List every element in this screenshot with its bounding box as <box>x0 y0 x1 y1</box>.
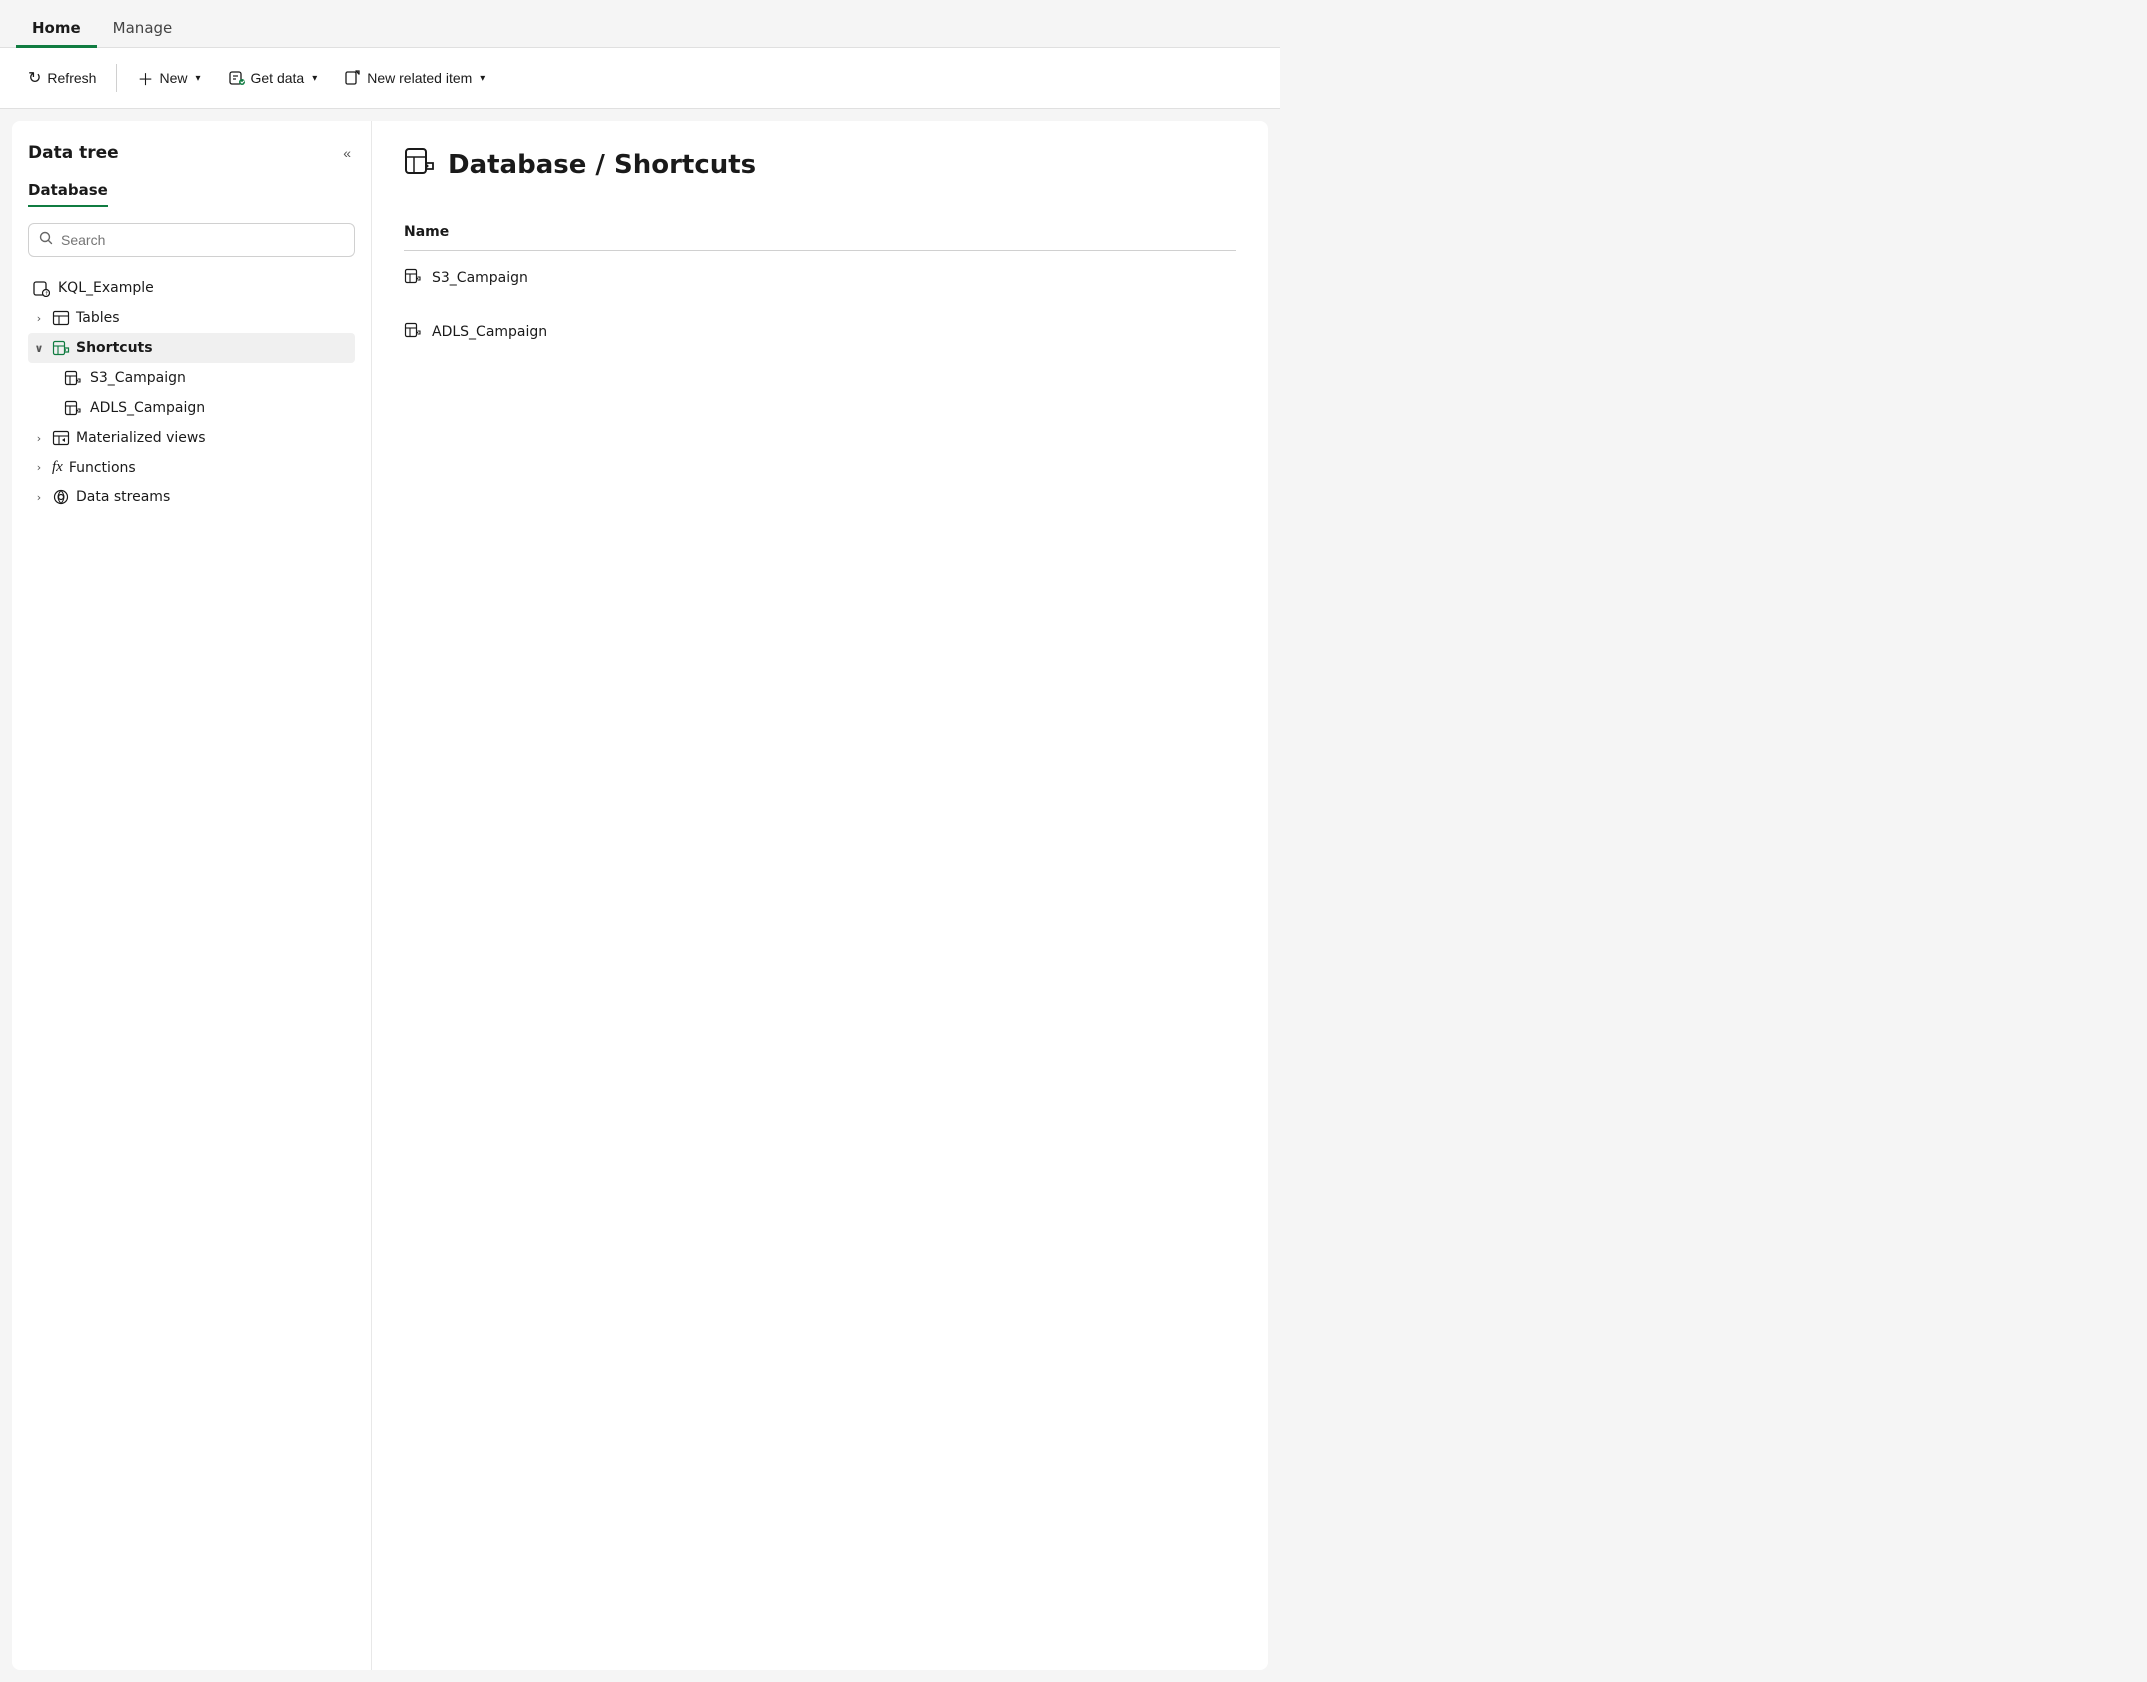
new-related-item-chevron-icon: ▾ <box>480 73 485 84</box>
functions-chevron-icon: › <box>32 461 46 474</box>
get-data-button[interactable]: Get data ▾ <box>217 62 330 94</box>
table-row: ADLS_Campaign <box>404 305 1236 359</box>
adls-label: ADLS_Campaign <box>90 400 205 416</box>
row-item-s3: S3_Campaign <box>404 267 1236 289</box>
tree-item-adls-campaign[interactable]: ADLS_Campaign <box>28 393 355 423</box>
tab-manage[interactable]: Manage <box>97 11 189 48</box>
table-cell-adls[interactable]: ADLS_Campaign <box>404 305 1236 359</box>
main-content: Data tree « Database ↑ KQL <box>0 109 1280 1682</box>
top-tabs: Home Manage <box>0 0 1280 48</box>
tables-label: Tables <box>76 310 120 326</box>
materialized-icon <box>52 429 70 447</box>
kql-label: KQL_Example <box>58 280 154 296</box>
tables-icon <box>52 309 70 327</box>
shortcuts-icon <box>52 339 70 357</box>
collapse-button[interactable]: « <box>339 141 355 165</box>
refresh-label: Refresh <box>47 70 96 86</box>
new-related-item-icon <box>345 70 361 86</box>
new-related-item-button[interactable]: New related item ▾ <box>333 62 497 94</box>
row-item-adls: ADLS_Campaign <box>404 321 1236 343</box>
toolbar: ↻ Refresh ＋ New ▾ Get data ▾ <box>0 48 1280 109</box>
database-tab[interactable]: Database <box>28 181 108 207</box>
breadcrumb-icon <box>404 145 436 184</box>
column-name-header: Name <box>404 216 1236 251</box>
search-input[interactable] <box>61 232 344 248</box>
refresh-icon: ↻ <box>28 68 41 88</box>
shortcuts-label: Shortcuts <box>76 340 153 356</box>
tables-chevron-icon: › <box>32 312 46 325</box>
breadcrumb-header: Database / Shortcuts <box>404 145 1236 184</box>
right-panel: Database / Shortcuts Name <box>372 121 1268 1670</box>
new-label: New <box>159 70 187 86</box>
content-table: Name <box>404 216 1236 359</box>
tree-item-s3-campaign[interactable]: S3_Campaign <box>28 363 355 393</box>
breadcrumb-text: Database / Shortcuts <box>448 150 756 180</box>
row-adls-label: ADLS_Campaign <box>432 324 547 340</box>
shortcuts-chevron-icon: ∨ <box>32 342 46 355</box>
panel-title: Data tree <box>28 143 119 163</box>
datastreams-chevron-icon: › <box>32 491 46 504</box>
tree-root-item-kql[interactable]: ↑ KQL_Example <box>28 273 355 303</box>
search-box <box>28 223 355 257</box>
table-cell-s3[interactable]: S3_Campaign <box>404 251 1236 306</box>
tree-item-materialized[interactable]: › Materialized views <box>28 423 355 453</box>
toolbar-divider-1 <box>116 64 117 92</box>
tree-item-datastreams[interactable]: › Data streams <box>28 482 355 512</box>
kql-icon: ↑ <box>32 279 50 297</box>
row-s3-icon <box>404 267 422 289</box>
datastreams-label: Data streams <box>76 489 170 505</box>
refresh-button[interactable]: ↻ Refresh <box>16 60 108 96</box>
get-data-label: Get data <box>251 70 305 86</box>
get-data-chevron-icon: ▾ <box>312 73 317 84</box>
materialized-chevron-icon: › <box>32 432 46 445</box>
svg-text:↑: ↑ <box>45 291 49 297</box>
row-s3-label: S3_Campaign <box>432 270 528 286</box>
s3-label: S3_Campaign <box>90 370 186 386</box>
new-icon: ＋ <box>137 66 153 90</box>
datastreams-icon <box>52 488 70 506</box>
s3-icon <box>64 369 82 387</box>
new-related-item-label: New related item <box>367 70 472 86</box>
new-chevron-icon: ▾ <box>195 73 200 84</box>
functions-icon: fx <box>52 459 63 476</box>
row-adls-icon <box>404 321 422 343</box>
tree-item-shortcuts[interactable]: ∨ Shortcuts <box>28 333 355 363</box>
new-button[interactable]: ＋ New ▾ <box>125 58 212 98</box>
tab-home[interactable]: Home <box>16 11 97 48</box>
functions-label: Functions <box>69 460 136 476</box>
get-data-icon <box>229 70 245 86</box>
panel-header: Data tree « <box>28 141 355 165</box>
tree-item-functions[interactable]: › fx Functions <box>28 453 355 482</box>
materialized-label: Materialized views <box>76 430 206 446</box>
search-icon <box>39 231 53 249</box>
table-row: S3_Campaign <box>404 251 1236 306</box>
adls-icon <box>64 399 82 417</box>
left-panel: Data tree « Database ↑ KQL <box>12 121 372 1670</box>
tree-item-tables[interactable]: › Tables <box>28 303 355 333</box>
